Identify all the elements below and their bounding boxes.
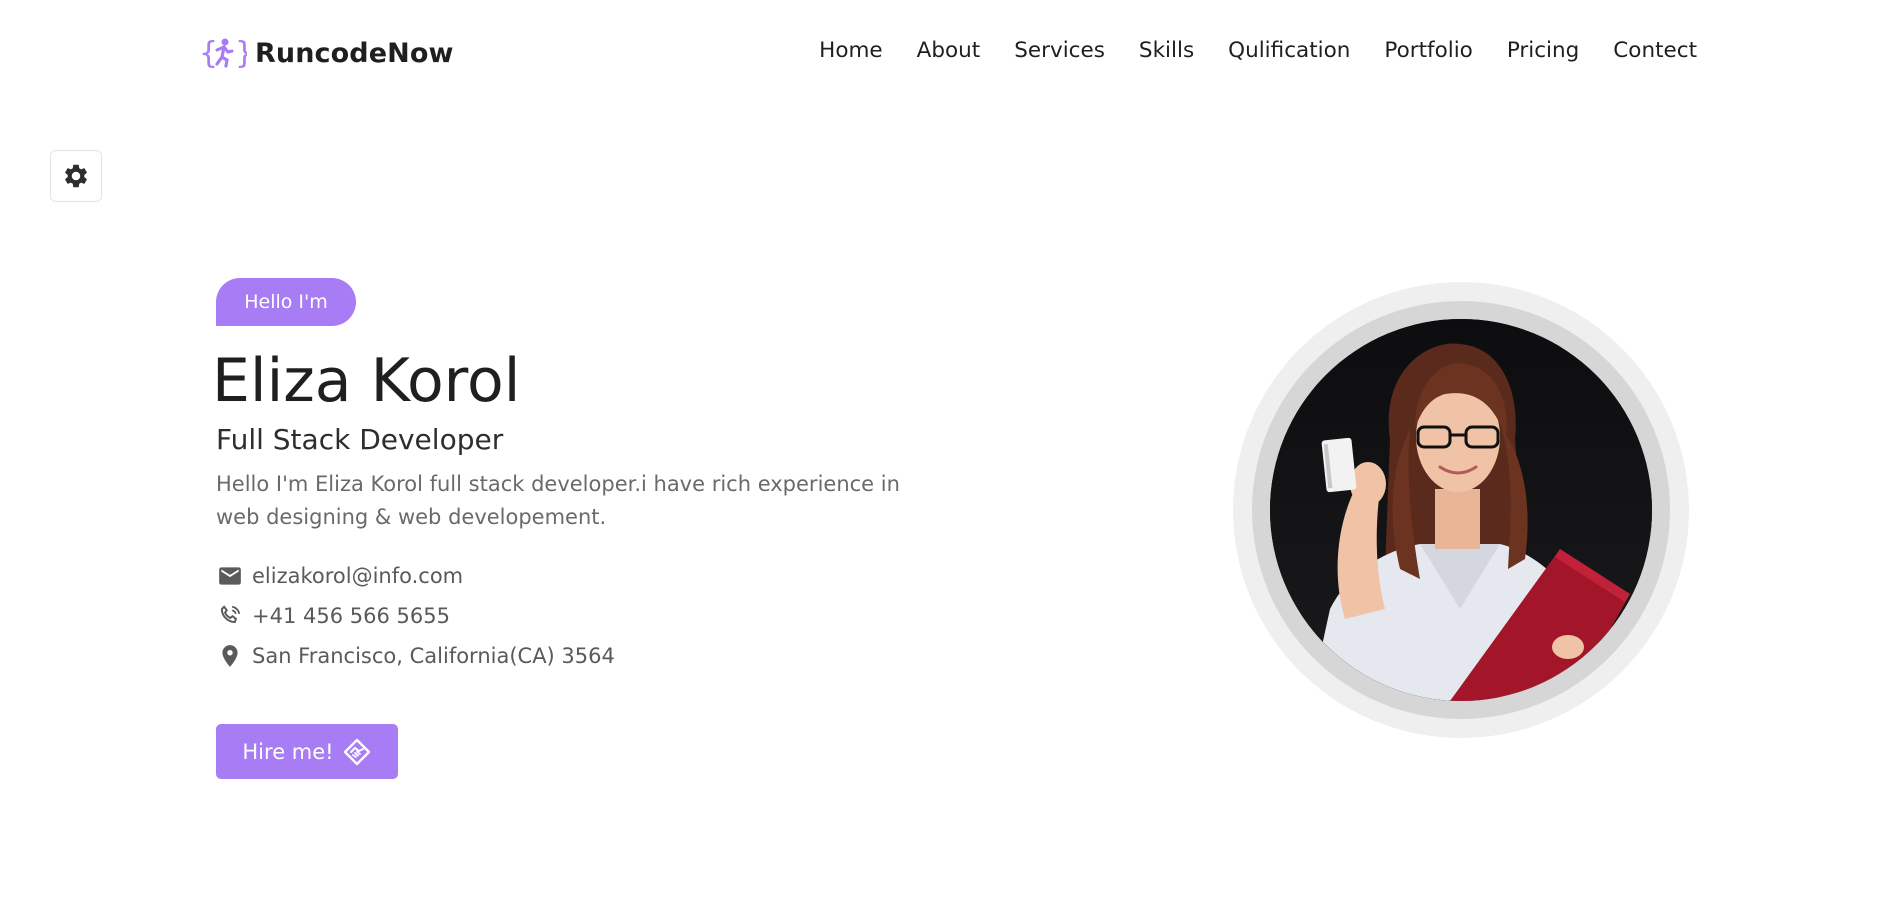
envelope-icon bbox=[216, 562, 244, 590]
gear-icon bbox=[65, 164, 87, 188]
hire-me-label: Hire me! bbox=[242, 739, 334, 764]
main-nav: Home About Services Skills Qulification … bbox=[819, 38, 1697, 63]
profile-photo bbox=[1270, 319, 1652, 701]
hero-description: Hello I'm Eliza Korol full stack develop… bbox=[216, 472, 900, 529]
contact-list: elizakorol@info.com +41 456 566 5655 San… bbox=[216, 556, 615, 676]
nav-item-services[interactable]: Services bbox=[1014, 38, 1105, 63]
svg-text:{: { bbox=[199, 36, 218, 71]
brand-name: RuncodeNow bbox=[255, 37, 454, 69]
hire-me-button[interactable]: Hire me! bbox=[216, 724, 398, 779]
map-pin-icon bbox=[216, 642, 244, 670]
site-header: { } RuncodeNow Home About Services Skill… bbox=[0, 0, 1877, 106]
phone-icon bbox=[216, 602, 244, 630]
contact-phone-text: +41 456 566 5655 bbox=[252, 604, 450, 628]
nav-item-home[interactable]: Home bbox=[819, 38, 883, 63]
nav-item-skills[interactable]: Skills bbox=[1139, 38, 1194, 63]
contact-email[interactable]: elizakorol@info.com bbox=[216, 556, 615, 596]
nav-item-portfolio[interactable]: Portfolio bbox=[1384, 38, 1472, 63]
handshake-icon bbox=[343, 738, 370, 765]
nav-item-contact[interactable]: Contect bbox=[1613, 38, 1697, 63]
avatar-ring-inner bbox=[1252, 301, 1670, 719]
hello-badge: Hello I'm bbox=[216, 278, 356, 326]
nav-item-about[interactable]: About bbox=[917, 38, 981, 63]
hero-role: Full Stack Developer bbox=[216, 423, 504, 456]
hero-name: Eliza Korol bbox=[212, 346, 521, 416]
contact-address[interactable]: San Francisco, California(CA) 3564 bbox=[216, 636, 615, 676]
svg-text:}: } bbox=[235, 36, 247, 71]
avatar-ring-outer bbox=[1233, 282, 1689, 738]
logo-icon: { } bbox=[199, 36, 247, 71]
brand-logo[interactable]: { } RuncodeNow bbox=[199, 34, 454, 72]
nav-item-qualification[interactable]: Qulification bbox=[1228, 38, 1350, 63]
contact-address-text: San Francisco, California(CA) 3564 bbox=[252, 644, 615, 668]
contact-email-text: elizakorol@info.com bbox=[252, 564, 464, 588]
settings-button[interactable] bbox=[50, 150, 102, 202]
nav-item-pricing[interactable]: Pricing bbox=[1507, 38, 1579, 63]
contact-phone[interactable]: +41 456 566 5655 bbox=[216, 596, 615, 636]
